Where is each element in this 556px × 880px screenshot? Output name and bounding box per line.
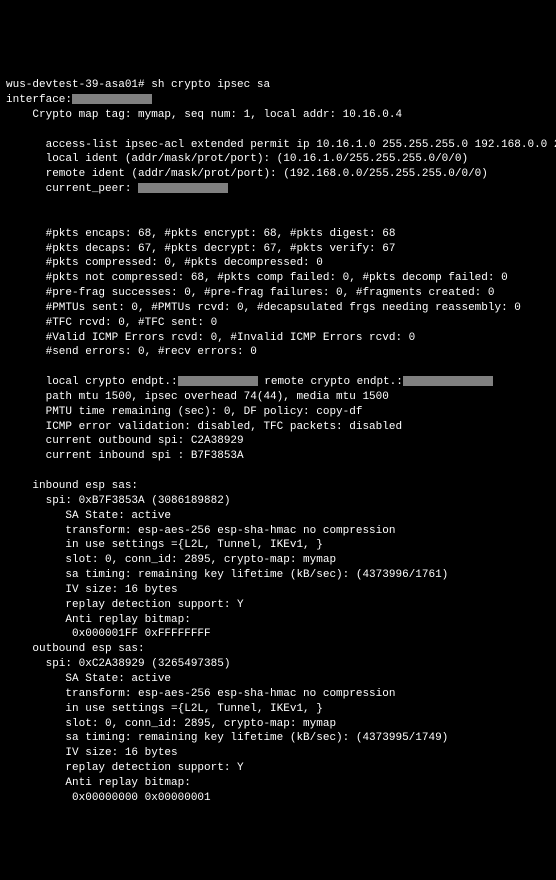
out-replay-line: replay detection support: Y: [6, 762, 244, 774]
crypto-endpt-line: local crypto endpt.: remote crypto endpt…: [6, 376, 493, 388]
pkts-not-compressed-line: #pkts not compressed: 68, #pkts comp fai…: [6, 272, 508, 284]
out-sa-state-line: SA State: active: [6, 673, 171, 685]
outbound-spi-line: current outbound spi: C2A38929: [6, 435, 244, 447]
pre-frag-line: #pre-frag successes: 0, #pre-frag failur…: [6, 287, 494, 299]
in-iv-line: IV size: 16 bytes: [6, 584, 178, 596]
in-anti-line: Anti replay bitmap:: [6, 614, 191, 626]
remote-ident-line: remote ident (addr/mask/prot/port): (192…: [6, 168, 488, 180]
terminal-output: wus-devtest-39-asa01# sh crypto ipsec sa…: [6, 63, 550, 805]
hostname: wus-devtest-39-asa01#: [6, 79, 145, 91]
redacted-peer: [138, 183, 228, 193]
pmtus-line: #PMTUs sent: 0, #PMTUs rcvd: 0, #decapsu…: [6, 302, 521, 314]
outbound-esp-line: outbound esp sas:: [6, 643, 145, 655]
prompt-line: wus-devtest-39-asa01# sh crypto ipsec sa: [6, 79, 270, 91]
remote-crypto-label: remote crypto endpt.:: [258, 376, 403, 388]
redacted-interface: [72, 94, 152, 104]
local-ident-line: local ident (addr/mask/prot/port): (10.1…: [6, 153, 468, 165]
pkts-encaps-line: #pkts encaps: 68, #pkts encrypt: 68, #pk…: [6, 228, 395, 240]
send-errors-line: #send errors: 0, #recv errors: 0: [6, 346, 257, 358]
pkts-decaps-line: #pkts decaps: 67, #pkts decrypt: 67, #pk…: [6, 243, 395, 255]
pmtu-time-line: PMTU time remaining (sec): 0, DF policy:…: [6, 406, 362, 418]
current-peer-label: current_peer:: [6, 183, 131, 195]
out-settings-line: in use settings ={L2L, Tunnel, IKEv1, }: [6, 703, 323, 715]
tfc-line: #TFC rcvd: 0, #TFC sent: 0: [6, 317, 217, 329]
out-spi-line: spi: 0xC2A38929 (3265497385): [6, 658, 230, 670]
in-spi-line: spi: 0xB7F3853A (3086189882): [6, 495, 230, 507]
blank-line: [6, 198, 13, 210]
in-replay-line: replay detection support: Y: [6, 599, 244, 611]
inbound-spi-line: current inbound spi : B7F3853A: [6, 450, 244, 462]
in-settings-line: in use settings ={L2L, Tunnel, IKEv1, }: [6, 539, 323, 551]
blank-line: [6, 465, 13, 477]
out-bitmap-line: 0x00000000 0x00000001: [6, 792, 211, 804]
out-sa-timing-line: sa timing: remaining key lifetime (kB/se…: [6, 732, 448, 744]
interface-label: interface:: [6, 94, 72, 106]
in-slot-line: slot: 0, conn_id: 2895, crypto-map: myma…: [6, 554, 336, 566]
out-anti-line: Anti replay bitmap:: [6, 777, 191, 789]
local-crypto-label: local crypto endpt.:: [6, 376, 178, 388]
redacted-remote-endpt: [403, 376, 493, 386]
blank-line: [6, 213, 13, 225]
in-sa-state-line: SA State: active: [6, 510, 171, 522]
valid-icmp-line: #Valid ICMP Errors rcvd: 0, #Invalid ICM…: [6, 332, 415, 344]
current-peer-line: current_peer:: [6, 183, 228, 195]
icmp-error-line: ICMP error validation: disabled, TFC pac…: [6, 421, 402, 433]
inbound-esp-line: inbound esp sas:: [6, 480, 138, 492]
out-transform-line: transform: esp-aes-256 esp-sha-hmac no c…: [6, 688, 395, 700]
interface-line: interface:: [6, 94, 152, 106]
pkts-compressed-line: #pkts compressed: 0, #pkts decompressed:…: [6, 257, 323, 269]
out-iv-line: IV size: 16 bytes: [6, 747, 178, 759]
out-slot-line: slot: 0, conn_id: 2895, crypto-map: myma…: [6, 718, 336, 730]
blank-line: [6, 361, 13, 373]
access-list-line: access-list ipsec-acl extended permit ip…: [6, 139, 556, 151]
blank-line: [6, 124, 13, 136]
in-transform-line: transform: esp-aes-256 esp-sha-hmac no c…: [6, 525, 395, 537]
path-mtu-line: path mtu 1500, ipsec overhead 74(44), me…: [6, 391, 389, 403]
crypto-map-line: Crypto map tag: mymap, seq num: 1, local…: [6, 109, 402, 121]
redacted-local-endpt: [178, 376, 258, 386]
in-bitmap-line: 0x000001FF 0xFFFFFFFF: [6, 628, 211, 640]
in-sa-timing-line: sa timing: remaining key lifetime (kB/se…: [6, 569, 448, 581]
command: sh crypto ipsec sa: [151, 79, 270, 91]
